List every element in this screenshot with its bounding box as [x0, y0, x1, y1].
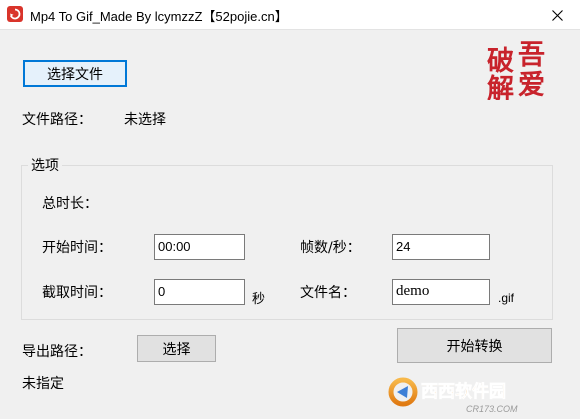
export-path-value: 未指定 — [22, 376, 64, 392]
clip-time-input[interactable]: 0 — [154, 279, 245, 305]
start-time-label: 开始时间： — [42, 240, 112, 256]
cr173-watermark: 西西软件园 CR173.COM — [388, 377, 518, 414]
start-convert-label: 开始转换 — [446, 338, 503, 355]
select-file-label: 选择文件 — [47, 66, 103, 83]
window-title: Mp4 To Gif_Made By lcymzzZ【52pojie.cn】 — [30, 9, 288, 24]
select-export-label: 选择 — [162, 341, 191, 358]
file-path-label: 文件路径： — [22, 112, 92, 128]
stamp-char-wu: 吾 — [518, 40, 545, 70]
filename-extension: .gif — [498, 291, 515, 305]
watermark-domain: CR173.COM — [466, 404, 518, 414]
title-bar: Mp4 To Gif_Made By lcymzzZ【52pojie.cn】 — [0, 0, 580, 30]
close-icon — [551, 9, 563, 21]
start-time-input[interactable]: 00:00 — [154, 234, 245, 260]
stamp-char-po: 破 — [487, 46, 514, 76]
export-path-label: 导出路径： — [22, 344, 92, 360]
options-group-title: 选项 — [28, 155, 62, 175]
clip-time-label: 截取时间： — [42, 285, 112, 301]
clip-time-unit: 秒 — [252, 292, 266, 307]
start-convert-button[interactable]: 开始转换 — [397, 328, 552, 363]
fps-label: 帧数/秒： — [300, 240, 361, 256]
duration-label: 总时长： — [42, 196, 98, 212]
select-file-button[interactable]: 选择文件 — [23, 60, 127, 87]
app-icon — [7, 6, 23, 22]
fps-input[interactable]: 24 — [392, 234, 490, 260]
52pojie-logo: 吾 爱 破 解 — [487, 40, 545, 100]
file-path-value: 未选择 — [124, 112, 166, 128]
filename-label: 文件名： — [300, 285, 356, 301]
stamp-char-jie: 解 — [487, 74, 514, 100]
select-export-path-button[interactable]: 选择 — [137, 335, 216, 362]
filename-input[interactable]: demo — [392, 279, 490, 305]
watermark-text: 西西软件园 — [421, 381, 506, 402]
stamp-char-ai: 爱 — [518, 70, 545, 100]
close-button[interactable] — [534, 0, 580, 30]
